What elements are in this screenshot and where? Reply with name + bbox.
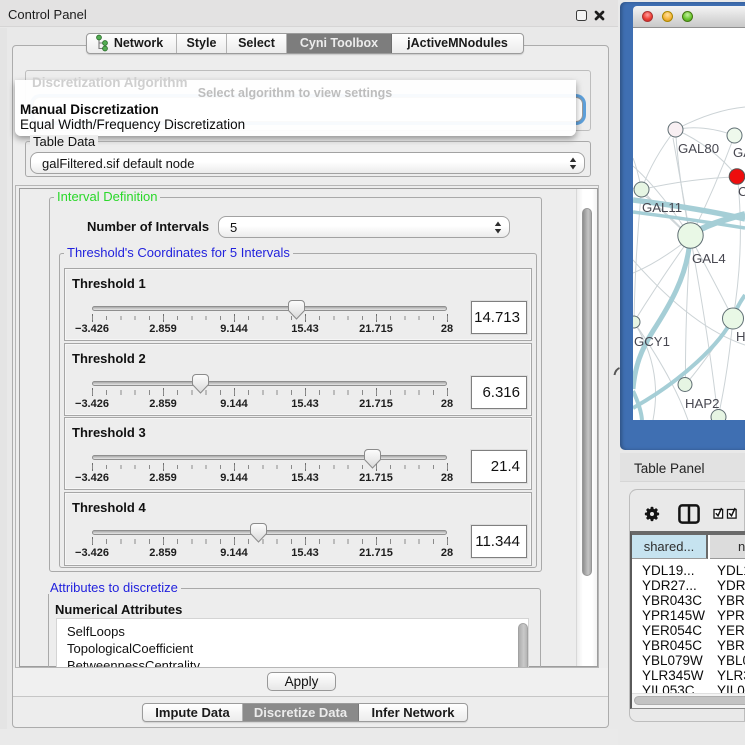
svg-text:GCY1: GCY1 bbox=[634, 334, 670, 349]
svg-text:GAL: GAL bbox=[733, 145, 745, 160]
svg-text:GAL4: GAL4 bbox=[692, 251, 726, 266]
svg-text:GAL80: GAL80 bbox=[678, 141, 719, 156]
svg-text:GAL11: GAL11 bbox=[642, 200, 682, 215]
svg-text:HAP2: HAP2 bbox=[685, 396, 719, 411]
svg-text:HA: HA bbox=[736, 329, 745, 344]
svg-text:CY: CY bbox=[738, 184, 745, 199]
